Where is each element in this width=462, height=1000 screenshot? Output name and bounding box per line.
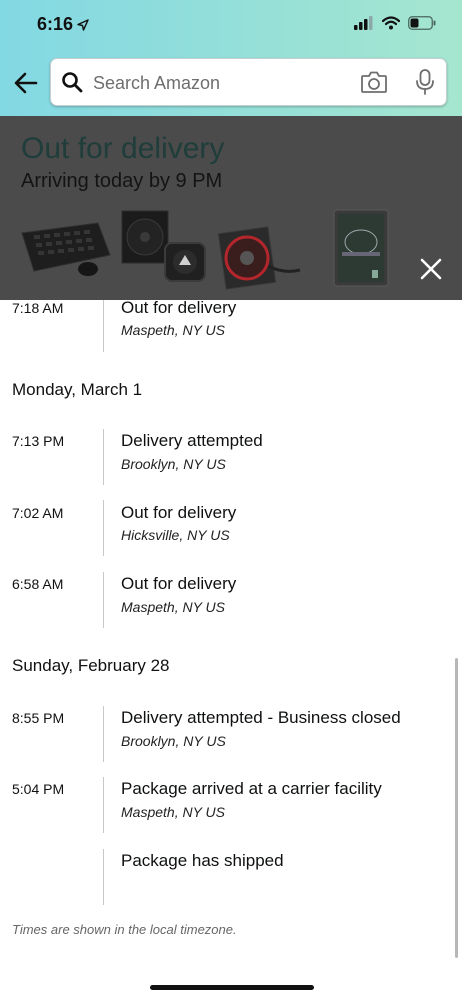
- timeline-divider: [103, 500, 104, 556]
- search-bar[interactable]: [50, 58, 447, 106]
- day-header: Monday, March 1: [12, 380, 143, 399]
- search-input[interactable]: [91, 69, 355, 97]
- back-arrow-icon[interactable]: [12, 69, 40, 97]
- event-description: Delivery attempted: [121, 431, 263, 450]
- event-location: Maspeth, NY US: [121, 804, 226, 820]
- delivery-status-title: Out for delivery: [21, 132, 225, 165]
- event-location: Brooklyn, NY US: [121, 456, 226, 472]
- microphone-icon[interactable]: [414, 68, 436, 96]
- status-time: 6:16: [37, 14, 89, 35]
- status-icons: [354, 16, 436, 30]
- battery-icon: [408, 16, 436, 30]
- location-arrow-icon: [77, 18, 89, 31]
- event-time: 7:18 AM: [12, 300, 64, 316]
- event-description: Delivery attempted - Business closed: [121, 708, 401, 727]
- event-time: 5:04 PM: [12, 781, 65, 797]
- event-location: Brooklyn, NY US: [121, 733, 226, 749]
- event-description: Out for delivery: [121, 503, 237, 522]
- event-description: Out for delivery: [121, 574, 237, 593]
- event-location: Maspeth, NY US: [121, 322, 226, 338]
- timeline-divider: [103, 429, 104, 485]
- status-time-text: 6:16: [37, 14, 74, 34]
- event-description: Package arrived at a carrier facility: [121, 779, 382, 798]
- scrollbar[interactable]: [455, 658, 458, 958]
- wifi-icon: [382, 16, 400, 30]
- event-time: 6:58 AM: [12, 576, 64, 592]
- signal-icon: [354, 16, 373, 30]
- timeline-divider: [103, 849, 104, 905]
- delivery-eta: Arriving today by 9 PM: [21, 170, 223, 192]
- timeline-divider: [103, 706, 104, 762]
- event-location: Hicksville, NY US: [121, 527, 230, 543]
- red-fan-product-image: [217, 226, 301, 290]
- close-icon[interactable]: [418, 256, 444, 282]
- event-time: 7:13 PM: [12, 433, 65, 449]
- event-time: 7:02 AM: [12, 505, 64, 521]
- home-indicator[interactable]: [150, 985, 314, 990]
- pump-product-image: [164, 242, 206, 282]
- timeline-divider: [103, 300, 104, 352]
- keyboard-product-image: [21, 222, 111, 276]
- event-description: Out for delivery: [121, 298, 237, 317]
- event-description: Package has shipped: [121, 851, 284, 870]
- delivery-status-banner: Out for delivery Arriving today by 9 PM: [0, 116, 462, 300]
- timezone-note: Times are shown in the local timezone.: [12, 922, 237, 937]
- timeline-divider: [103, 572, 104, 628]
- search-icon: [62, 72, 83, 93]
- event-time: 8:55 PM: [12, 710, 65, 726]
- camera-icon[interactable]: [360, 69, 388, 95]
- timeline-divider: [103, 777, 104, 833]
- hard-drive-product-image: [333, 209, 389, 287]
- header-bar: 6:16: [0, 0, 462, 116]
- day-header: Sunday, February 28: [12, 656, 170, 675]
- event-location: Maspeth, NY US: [121, 599, 226, 615]
